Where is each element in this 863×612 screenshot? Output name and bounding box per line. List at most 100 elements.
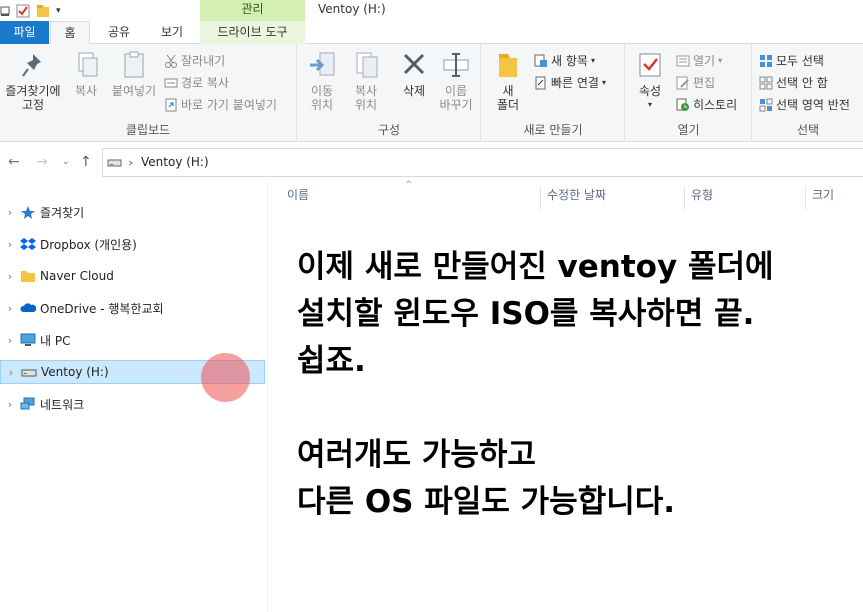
paste-shortcut-button[interactable]: 바로 가기 붙여넣기 [164,96,277,113]
qat-new-folder-icon[interactable] [36,4,50,18]
edit-button[interactable]: 편집 [676,74,715,91]
copy-label: 복사 [74,84,98,98]
forward-arrow-icon[interactable]: → [36,154,48,170]
expand-chevron-icon[interactable]: › [0,206,20,219]
properties-button[interactable]: 속성 ▾ [632,50,668,112]
expand-chevron-icon[interactable]: › [0,302,20,315]
column-header-size[interactable]: 크기 [812,186,834,203]
copy-path-button[interactable]: 경로 복사 [164,74,229,91]
drive-icon [107,157,137,172]
easy-access-dropdown-icon: ▾ [601,78,606,87]
column-divider[interactable] [540,186,541,210]
select-all-icon [759,54,773,68]
tab-file[interactable]: 파일 [0,21,49,44]
group-label-new: 새로 만들기 [523,123,583,137]
folder-icon [20,269,36,283]
pin-to-quick-access-button[interactable]: 즐겨찾기에 고정 [2,50,64,112]
column-header-type[interactable]: 유형 [691,186,713,203]
select-all-button[interactable]: 모두 선택 [759,52,824,69]
nav-item-quick-access[interactable]: › 즐겨찾기 [0,200,265,224]
invert-selection-icon [759,98,773,112]
delete-button[interactable]: 삭제 [392,50,436,98]
folder-icon [494,50,522,80]
title-bar: ▾ 관리 Ventoy (H:) [0,0,863,21]
nav-item-onedrive[interactable]: › OneDrive - 행복한교회 [0,296,265,320]
nav-item-dropbox[interactable]: › Dropbox (개인용) [0,232,265,256]
annotation-text: 이제 새로 만들어진 ventoy 폴더에 설치할 윈도우 ISO를 복사하면 … [297,244,774,526]
group-open: 속성 ▾ 열기 ▾ 편집 히스토리 열기 [626,44,752,142]
group-organize: 이동 위치 복사 위치 삭제 이름 바꾸기 구성 [298,44,481,142]
move-to-button[interactable]: 이동 위치 [300,50,344,112]
back-arrow-icon[interactable]: ← [8,154,20,170]
clipboard-icon [120,50,148,80]
up-arrow-icon[interactable]: ↑ [80,154,92,170]
rename-label-2: 바꾸기 [439,98,473,112]
qat-properties-icon[interactable] [16,4,30,18]
copy-to-label-1: 복사 [354,84,378,98]
column-divider[interactable] [805,186,806,210]
select-all-label: 모두 선택 [776,54,824,68]
tab-drive-tools[interactable]: 드라이브 도구 [200,21,305,44]
easy-access-label: 빠른 연결 [551,76,599,90]
expand-chevron-icon[interactable]: › [1,366,21,379]
expand-chevron-icon[interactable]: › [0,238,20,251]
computer-icon [20,333,36,347]
tab-share[interactable]: 공유 [97,21,141,44]
paste-label: 붙여넣기 [111,84,157,98]
new-item-icon [534,54,548,68]
edit-icon [676,76,690,90]
click-marker [201,353,250,402]
copy-to-label-2: 위치 [354,98,378,112]
nav-item-label: 네트워크 [40,397,85,412]
cloud-icon [20,301,37,315]
recent-locations-chevron-icon[interactable]: ⌄ [62,157,70,167]
group-new: 새 폴더 새 항목 ▾ 빠른 연결 ▾ 새로 만들기 [482,44,625,142]
cut-button[interactable]: 잘라내기 [164,52,225,69]
group-label-select: 선택 [796,123,820,137]
qat-dropdown-icon[interactable]: ▾ [56,6,61,16]
delete-label: 삭제 [402,84,426,98]
select-none-button[interactable]: 선택 안 함 [759,74,828,91]
tab-view[interactable]: 보기 [150,21,194,44]
copy-button[interactable]: 복사 [68,50,104,98]
rename-button[interactable]: 이름 바꾸기 [434,50,478,112]
expand-chevron-icon[interactable]: › [0,334,20,347]
annotation-line-6: 다른 OS 파일도 가능합니다. [297,484,676,520]
qat-window-icon[interactable] [0,4,10,18]
new-folder-button[interactable]: 새 폴더 [490,50,526,112]
nav-item-label: OneDrive - 행복한교회 [40,301,164,316]
move-to-icon [308,50,336,80]
rename-icon [442,50,470,80]
history-button[interactable]: 히스토리 [676,96,737,113]
easy-access-button[interactable]: 빠른 연결 ▾ [534,74,606,91]
new-item-label: 새 항목 [551,54,588,68]
nav-item-this-pc[interactable]: › 내 PC [0,328,265,352]
rename-label-1: 이름 [444,84,468,98]
expand-chevron-icon[interactable]: › [0,270,20,283]
address-bar[interactable]: Ventoy (H:) [102,148,863,177]
scissors-icon [164,54,178,68]
ribbon: 즐겨찾기에 고정 복사 붙여넣기 잘라내기 경로 복사 바로 가기 붙여넣기 클… [0,44,863,142]
new-item-dropdown-icon: ▾ [590,56,595,65]
copy-path-icon [164,76,178,90]
column-header-name[interactable]: 이름 [287,186,309,203]
nav-item-label: Dropbox (개인용) [40,237,137,252]
pin-icon [19,50,47,80]
copy-path-label: 경로 복사 [181,76,229,90]
ribbon-tabs: 파일 홈 공유 보기 드라이브 도구 [0,21,863,45]
nav-item-naver-cloud[interactable]: › Naver Cloud [0,264,265,288]
copy-to-button[interactable]: 복사 위치 [344,50,388,112]
open-button[interactable]: 열기 ▾ [676,52,722,69]
paste-button[interactable]: 붙여넣기 [108,50,160,98]
annotation-line-1: 이제 새로 만들어진 ventoy 폴더에 [297,249,774,285]
invert-selection-button[interactable]: 선택 영역 반전 [759,96,850,113]
dropbox-icon [20,237,36,251]
select-none-icon [759,76,773,90]
column-divider[interactable] [684,186,685,210]
column-header-modified[interactable]: 수정한 날짜 [547,186,606,203]
new-folder-label-1: 새 [502,84,514,98]
nav-item-label: 즐겨찾기 [40,205,85,220]
tab-home[interactable]: 홈 [50,21,90,45]
new-item-button[interactable]: 새 항목 ▾ [534,52,595,69]
expand-chevron-icon[interactable]: › [0,398,20,411]
